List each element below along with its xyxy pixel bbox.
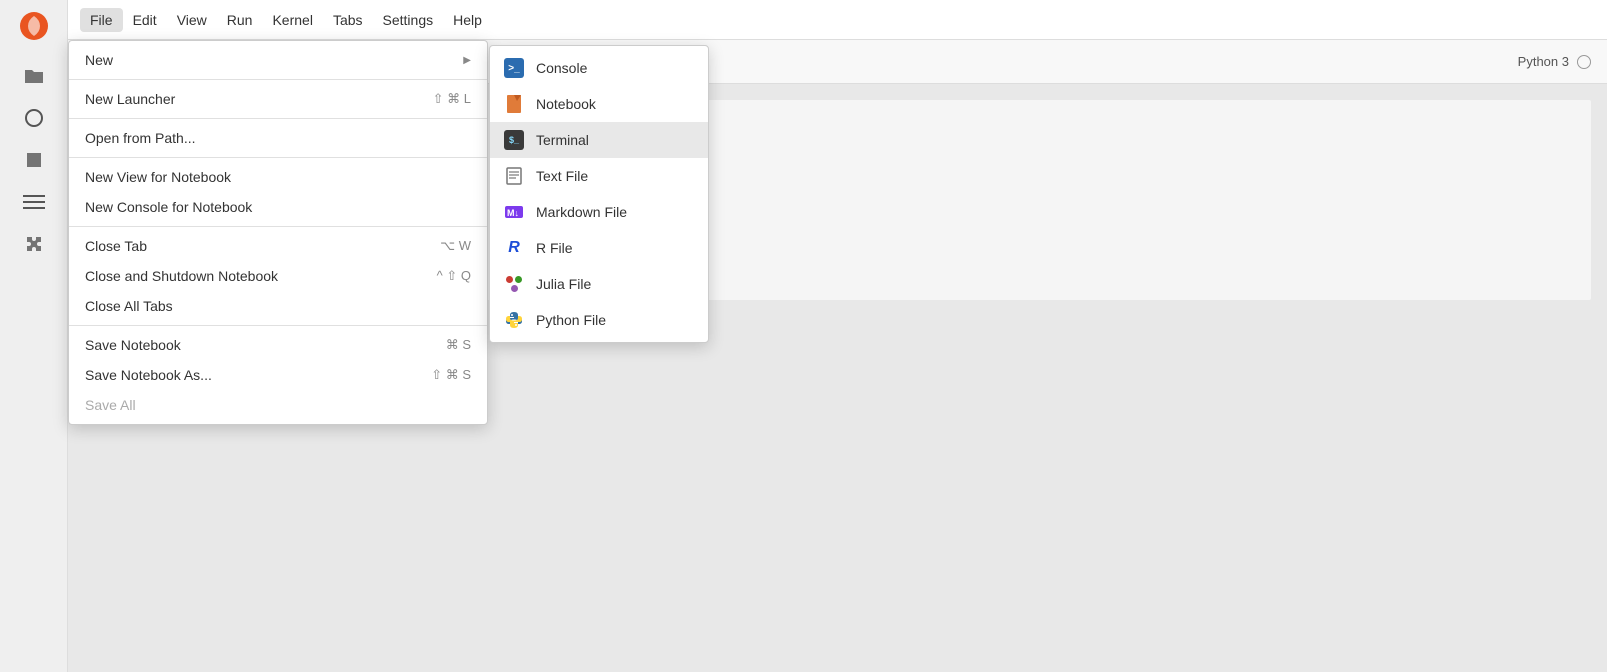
save-as-label: Save Notebook As... [85,367,212,383]
stop-sidebar-icon[interactable] [16,142,52,178]
submenu-julia[interactable]: Julia File [490,266,708,302]
app-logo[interactable] [16,8,52,44]
new-launcher-label: New Launcher [85,91,175,107]
notebook-icon [504,94,524,114]
separator-3 [69,157,487,158]
new-submenu: >_ Console Notebook [489,45,709,343]
app-container: File Edit View Run Kernel Tabs Settings … [0,0,1607,672]
menu-settings[interactable]: Settings [373,8,444,32]
terminal-icon: $_ [504,130,524,150]
close-shutdown-shortcut: ^ ⇧ Q [437,268,471,284]
submenu-terminal-label: Terminal [536,132,589,148]
submenu-rfile-label: R File [536,240,573,256]
menu-new-item[interactable]: New >_ Console [69,45,487,75]
close-shutdown-label: Close and Shutdown Notebook [85,268,278,284]
close-tab-shortcut: ⌥ W [440,238,471,254]
open-path-label: Open from Path... [85,130,196,146]
menu-run[interactable]: Run [217,8,263,32]
separator-1 [69,79,487,80]
menu-close-all[interactable]: Close All Tabs [69,291,487,321]
menu-kernel[interactable]: Kernel [262,8,322,32]
menu-close-tab[interactable]: Close Tab ⌥ W [69,231,487,261]
new-view-label: New View for Notebook [85,169,231,185]
submenu-python-label: Python File [536,312,606,328]
save-notebook-label: Save Notebook [85,337,181,353]
menu-new-console[interactable]: New Console for Notebook [69,192,487,222]
menu-save-all: Save All [69,390,487,420]
list-sidebar-icon[interactable] [16,184,52,220]
menu-new-label: New [85,52,113,68]
menu-open-path[interactable]: Open from Path... [69,123,487,153]
menu-tabs[interactable]: Tabs [323,8,373,32]
console-icon: >_ [504,58,524,78]
submenu-console-label: Console [536,60,587,76]
menubar: File Edit View Run Kernel Tabs Settings … [68,0,1607,40]
menu-edit[interactable]: Edit [123,8,167,32]
menu-help[interactable]: Help [443,8,492,32]
close-all-label: Close All Tabs [85,298,173,314]
sidebar [0,0,68,672]
submenu-rfile[interactable]: R R File [490,230,708,266]
submenu-python[interactable]: Python File [490,302,708,338]
menu-view[interactable]: View [167,8,217,32]
textfile-icon [504,166,524,186]
save-notebook-shortcut: ⌘ S [446,337,471,353]
circle-sidebar-icon[interactable] [16,100,52,136]
menu-new-launcher[interactable]: New Launcher ⇧ ⌘ L [69,84,487,114]
submenu-terminal[interactable]: $_ Terminal [490,122,708,158]
python-icon [504,310,524,330]
folder-sidebar-icon[interactable] [16,58,52,94]
main-area: File Edit View Run Kernel Tabs Settings … [68,0,1607,672]
submenu-markdown-label: Markdown File [536,204,627,220]
julia-icon [504,274,524,294]
submenu-julia-label: Julia File [536,276,591,292]
kernel-circle-indicator [1577,55,1591,69]
menu-save-as[interactable]: Save Notebook As... ⇧ ⌘ S [69,360,487,390]
submenu-notebook[interactable]: Notebook [490,86,708,122]
submenu-notebook-label: Notebook [536,96,596,112]
menu-save-notebook[interactable]: Save Notebook ⌘ S [69,330,487,360]
separator-5 [69,325,487,326]
file-menu-dropdown: New >_ Console [68,40,488,425]
save-as-shortcut: ⇧ ⌘ S [431,367,471,383]
menu-close-shutdown[interactable]: Close and Shutdown Notebook ^ ⇧ Q [69,261,487,291]
separator-2 [69,118,487,119]
submenu-console[interactable]: >_ Console [490,50,708,86]
menu-file[interactable]: File [80,8,123,32]
new-launcher-shortcut: ⇧ ⌘ L [433,91,471,107]
markdown-icon: M↓ [504,202,524,222]
menu-new-view[interactable]: New View for Notebook [69,162,487,192]
submenu-textfile-label: Text File [536,168,588,184]
new-console-label: New Console for Notebook [85,199,252,215]
puzzle-sidebar-icon[interactable] [16,226,52,262]
save-all-label: Save All [85,397,136,413]
svg-text:M↓: M↓ [507,208,519,218]
separator-4 [69,226,487,227]
submenu-textfile[interactable]: Text File [490,158,708,194]
close-tab-label: Close Tab [85,238,147,254]
kernel-status: Python 3 [1518,54,1591,69]
kernel-name-label: Python 3 [1518,54,1569,69]
submenu-markdown[interactable]: M↓ Markdown File [490,194,708,230]
rfile-icon: R [504,238,524,258]
